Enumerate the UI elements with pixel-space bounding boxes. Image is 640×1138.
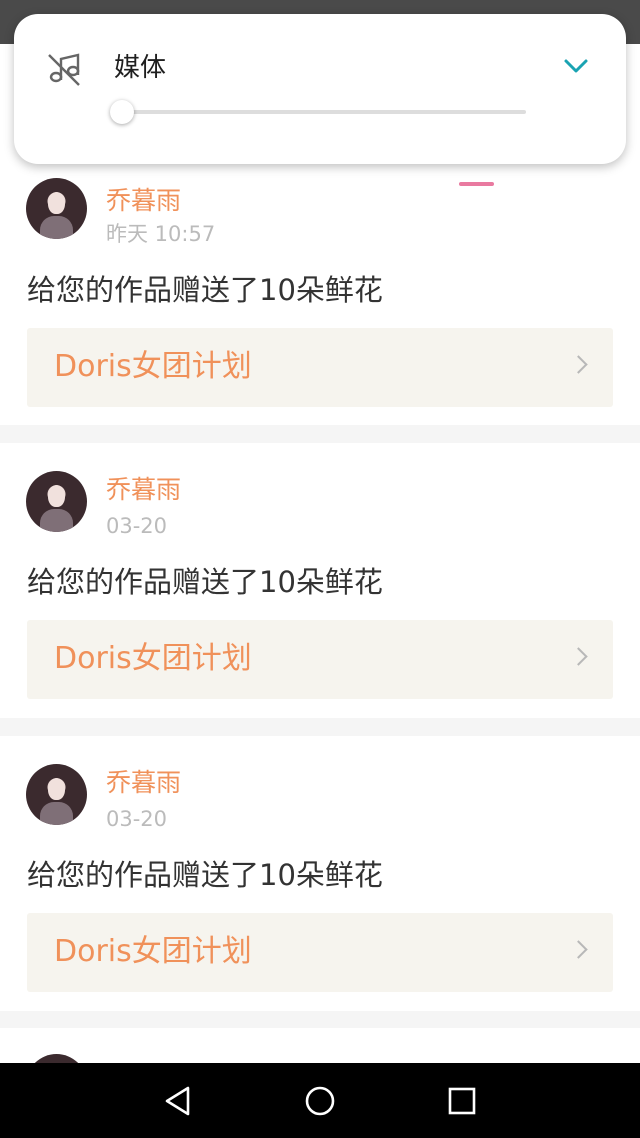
avatar-body [40, 216, 73, 239]
chevron-right-icon [569, 940, 588, 959]
recents-icon[interactable] [442, 1081, 482, 1121]
music-off-icon[interactable] [44, 50, 84, 90]
work-title: Doris女团计划 [54, 349, 252, 384]
volume-slider-track[interactable] [122, 110, 526, 114]
avatar-body [40, 509, 73, 532]
avatar-face [48, 192, 65, 214]
post-time: 03-20 [106, 807, 168, 831]
gift-message: 给您的作品赠送了10朵鲜花 [27, 273, 383, 307]
chevron-down-icon[interactable] [563, 58, 589, 74]
list-item[interactable]: 乔暮雨 03-20 给您的作品赠送了10朵鲜花 Doris女团计划 [0, 443, 640, 718]
active-tab-indicator [459, 182, 494, 186]
avatar-face [48, 778, 65, 800]
work-title: Doris女团计划 [54, 934, 252, 969]
work-title: Doris女团计划 [54, 641, 252, 676]
system-nav-bar [0, 1063, 640, 1138]
gift-message: 给您的作品赠送了10朵鲜花 [27, 858, 383, 892]
avatar[interactable] [26, 178, 87, 239]
user-name[interactable]: 乔暮雨 [106, 768, 181, 798]
avatar[interactable] [26, 764, 87, 825]
user-name[interactable]: 乔暮雨 [106, 475, 181, 505]
avatar[interactable] [26, 1054, 87, 1063]
volume-slider-thumb[interactable] [110, 100, 134, 124]
chevron-right-icon [569, 647, 588, 666]
volume-panel[interactable]: 媒体 [14, 14, 626, 164]
list-item[interactable]: 乔暮雨 03-20 给您的作品赠送了10朵鲜花 Doris女团计划 [0, 736, 640, 1011]
chevron-right-icon [569, 355, 588, 374]
media-label: 媒体 [114, 53, 167, 83]
work-link[interactable]: Doris女团计划 [27, 913, 613, 992]
avatar-body [40, 802, 73, 825]
avatar[interactable] [26, 471, 87, 532]
notification-feed[interactable]: 乔暮雨 昨天 10:57 给您的作品赠送了10朵鲜花 Doris女团计划 乔暮雨… [0, 120, 640, 1063]
work-link[interactable]: Doris女团计划 [27, 328, 613, 407]
work-link[interactable]: Doris女团计划 [27, 620, 613, 699]
list-item[interactable]: 乔暮雨 昨天 10:57 给您的作品赠送了10朵鲜花 Doris女团计划 [0, 120, 640, 425]
home-icon[interactable] [300, 1081, 340, 1121]
post-time: 昨天 10:57 [106, 222, 216, 246]
post-time: 03-20 [106, 514, 168, 538]
list-item[interactable] [0, 1028, 640, 1063]
gift-message: 给您的作品赠送了10朵鲜花 [27, 565, 383, 599]
back-icon[interactable] [158, 1081, 198, 1121]
avatar-face [48, 485, 65, 507]
user-name[interactable]: 乔暮雨 [106, 186, 181, 216]
